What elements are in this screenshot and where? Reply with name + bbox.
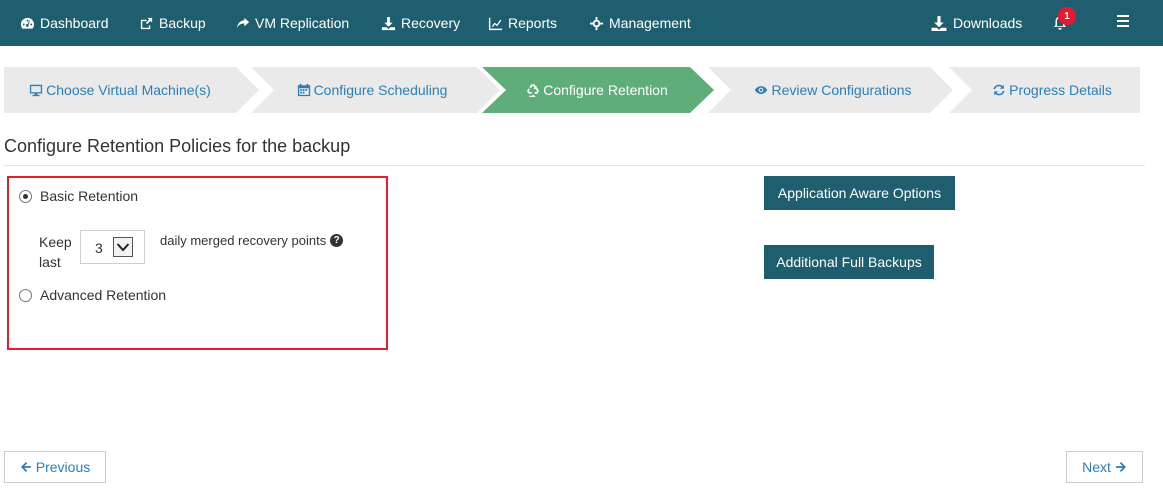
hamburger-icon [1117, 15, 1129, 17]
step-review-configurations-label: Review Configurations [771, 82, 912, 98]
wizard-steps: Choose Virtual Machine(s) Configure Sche… [4, 67, 1140, 113]
arrow-right-icon [1115, 462, 1126, 472]
additional-full-backups-button[interactable]: Additional Full Backups [764, 245, 934, 279]
nav-reports-label: Reports [508, 15, 558, 31]
previous-button[interactable]: Previous [4, 451, 106, 483]
nav-recovery-label: Recovery [401, 15, 461, 31]
share-icon [236, 17, 250, 28]
section-divider [4, 165, 1145, 166]
step-progress-details-label: Progress Details [1009, 82, 1112, 98]
step-configure-retention[interactable]: Configure Retention [497, 67, 697, 113]
daily-merged-text: daily merged recovery points ? [160, 233, 344, 248]
keep-last-select[interactable]: 3 [80, 230, 145, 264]
download-icon [381, 16, 396, 30]
basic-retention-option[interactable]: Basic Retention [19, 188, 138, 204]
backup-icon [140, 17, 153, 29]
daily-merged-label: daily merged recovery points [160, 233, 327, 248]
recycle-icon [527, 84, 540, 97]
nav-downloads-label: Downloads [953, 15, 1023, 31]
step-configure-scheduling-label: Configure Scheduling [313, 82, 448, 98]
hamburger-icon-bar [1117, 25, 1129, 27]
chevron-down-icon [116, 243, 130, 252]
basic-retention-label: Basic Retention [40, 188, 139, 204]
chart-icon [488, 17, 503, 30]
nav-vm-replication-label: VM Replication [255, 15, 350, 31]
dashboard-icon [20, 17, 35, 29]
dropdown-toggle[interactable] [113, 237, 133, 257]
question-circle-icon[interactable]: ? [330, 234, 344, 247]
basic-retention-radio[interactable] [19, 189, 32, 203]
calendar-icon [297, 83, 310, 97]
advanced-retention-option[interactable]: Advanced Retention [19, 287, 166, 303]
advanced-retention-radio[interactable] [19, 288, 32, 302]
nav-management[interactable]: Management [589, 0, 691, 46]
menu-toggle-button[interactable] [1117, 15, 1129, 27]
download-tray-icon [931, 15, 947, 31]
step-review-configurations[interactable]: Review Configurations [723, 67, 943, 113]
eye-icon [755, 86, 768, 94]
nav-backup[interactable]: Backup [139, 0, 206, 46]
notification-badge: 1 [1058, 7, 1076, 25]
hamburger-icon-bar [1117, 20, 1129, 22]
previous-label: Previous [35, 459, 91, 475]
step-progress-details[interactable]: Progress Details [964, 67, 1140, 113]
application-aware-options-button[interactable]: Application Aware Options [764, 176, 955, 210]
next-label: Next [1082, 459, 1111, 475]
page-title: Configure Retention Policies for the bac… [4, 136, 351, 156]
arrow-left-icon [20, 462, 31, 472]
nav-recovery[interactable]: Recovery [381, 0, 460, 46]
keep-last-label: Keep last [39, 234, 72, 270]
step-configure-retention-label: Configure Retention [543, 82, 668, 98]
advanced-retention-label: Advanced Retention [40, 287, 167, 303]
keep-last-value: 3 [95, 240, 103, 256]
step-choose-vms-label: Choose Virtual Machine(s) [46, 82, 211, 98]
crosshairs-icon [589, 16, 604, 30]
nav-dashboard[interactable]: Dashboard [20, 0, 109, 46]
monitor-icon [30, 84, 43, 97]
step-configure-scheduling[interactable]: Configure Scheduling [266, 67, 478, 113]
next-button[interactable]: Next [1066, 451, 1143, 483]
nav-reports[interactable]: Reports [488, 0, 557, 46]
step-choose-vms[interactable]: Choose Virtual Machine(s) [4, 67, 236, 113]
top-navbar: Dashboard Backup VM Replication Recovery… [0, 0, 1163, 46]
nav-downloads[interactable]: Downloads [930, 0, 1022, 46]
nav-management-label: Management [609, 15, 691, 31]
refresh-icon [993, 84, 1005, 96]
nav-vm-replication[interactable]: VM Replication [235, 0, 349, 46]
nav-backup-label: Backup [159, 15, 206, 31]
nav-dashboard-label: Dashboard [40, 15, 109, 31]
